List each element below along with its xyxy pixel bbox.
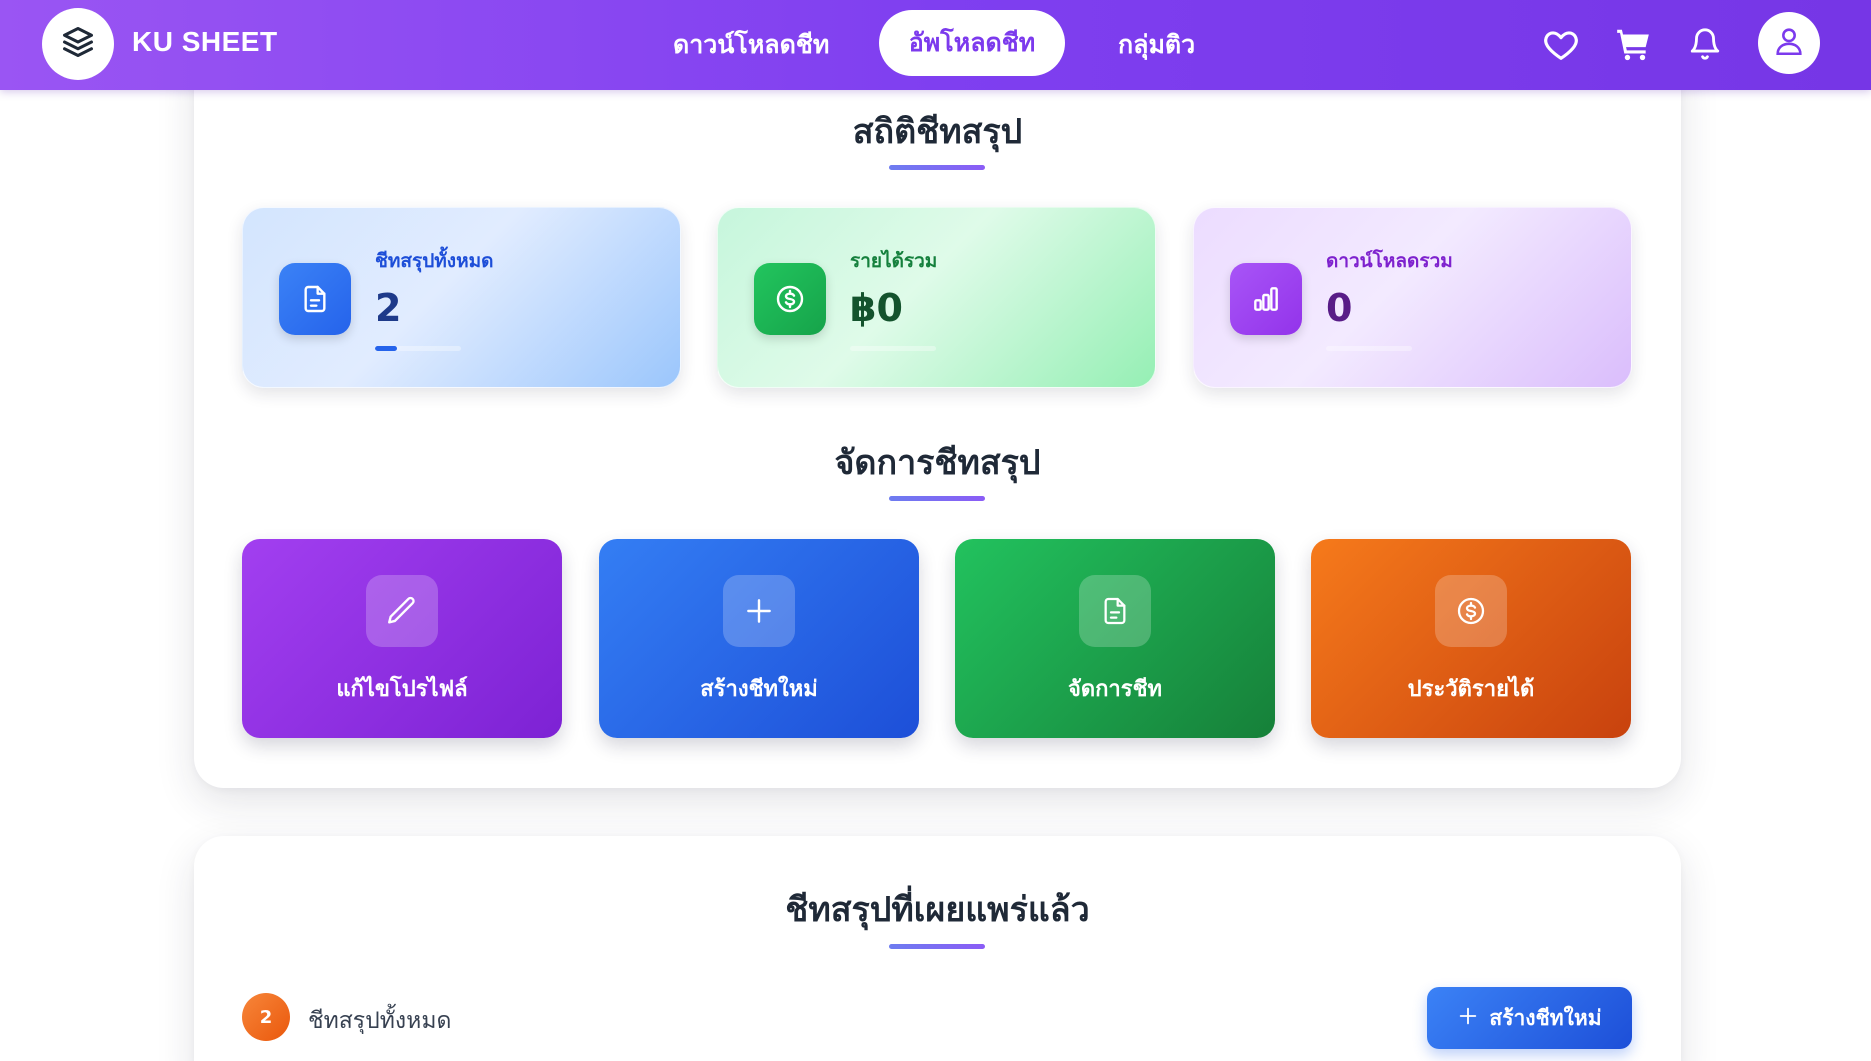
heart-icon[interactable] <box>1541 24 1581 64</box>
stat-label: ชีทสรุปทั้งหมด <box>375 250 494 272</box>
file-icon <box>279 263 351 335</box>
title-underline <box>889 165 985 170</box>
user-icon <box>1772 24 1806 62</box>
stat-card-total-downloads: ดาวน์โหลดรวม 0 <box>1193 207 1632 388</box>
layers-icon <box>60 24 96 64</box>
edit-profile-button[interactable]: แก้ไขโปรไฟล์ <box>242 539 562 738</box>
sheet-count-label: ชีทสรุปทั้งหมด <box>308 1008 452 1034</box>
bell-icon[interactable] <box>1685 24 1725 64</box>
dollar-icon <box>1435 575 1507 647</box>
stat-value: ฿0 <box>850 286 903 330</box>
nav-link-upload[interactable]: อัพโหลดชีท <box>879 10 1065 76</box>
action-label: จัดการชีท <box>1067 677 1163 702</box>
stat-value: 0 <box>1326 286 1353 330</box>
stat-value: 2 <box>375 286 402 330</box>
nav-link-download[interactable]: ดาวน์โหลดชีท <box>673 22 829 68</box>
dashboard-panel: สถิติชีทสรุป ชีทสรุปทั้งหมด 2 รายได้รวม … <box>194 40 1681 788</box>
create-new-sheet-button[interactable]: สร้างชีทใหม่ <box>1427 987 1632 1049</box>
pencil-icon <box>366 575 438 647</box>
dollar-icon <box>754 263 826 335</box>
stat-card-total-income: รายได้รวม ฿0 <box>717 207 1156 388</box>
action-label: ประวัติรายได้ <box>1407 677 1535 702</box>
stat-label: ดาวน์โหลดรวม <box>1326 250 1453 272</box>
stats-section-title: สถิติชีทสรุป <box>852 112 1023 152</box>
sheet-count-badge: 2 <box>242 993 290 1041</box>
top-navbar: KU SHEET ดาวน์โหลดชีท อัพโหลดชีท กลุ่มติ… <box>0 0 1871 90</box>
file-icon <box>1079 575 1151 647</box>
stat-progress-track <box>1326 346 1412 351</box>
action-label: สร้างชีทใหม่ <box>700 677 818 702</box>
create-sheet-button[interactable]: สร้างชีทใหม่ <box>599 539 919 738</box>
plus-icon <box>723 575 795 647</box>
stat-progress-track <box>375 346 461 351</box>
stat-progress-track <box>850 346 936 351</box>
create-button-label: สร้างชีทใหม่ <box>1489 1005 1602 1030</box>
cart-icon[interactable] <box>1613 24 1653 64</box>
brand-name[interactable]: KU SHEET <box>132 26 278 58</box>
manage-sheets-button[interactable]: จัดการชีท <box>955 539 1275 738</box>
manage-section-title: จัดการชีทสรุป <box>834 443 1041 483</box>
title-underline <box>889 944 985 949</box>
published-section-title: ชีทสรุปที่เผยแพร่แล้ว <box>785 890 1090 930</box>
income-history-button[interactable]: ประวัติรายได้ <box>1311 539 1631 738</box>
bar-chart-icon <box>1230 263 1302 335</box>
published-sheets-panel: ชีทสรุปที่เผยแพร่แล้ว 2 ชีทสรุปทั้งหมด ส… <box>194 836 1681 1061</box>
user-avatar[interactable] <box>1758 12 1820 74</box>
action-label: แก้ไขโปรไฟล์ <box>336 677 468 702</box>
stat-label: รายได้รวม <box>850 250 938 272</box>
plus-icon <box>1457 1005 1479 1032</box>
title-underline <box>889 496 985 501</box>
stat-card-total-sheets: ชีทสรุปทั้งหมด 2 <box>242 207 681 388</box>
nav-link-study-group[interactable]: กลุ่มติว <box>1118 22 1195 68</box>
stat-progress-fill <box>375 346 397 351</box>
logo[interactable] <box>42 8 114 80</box>
